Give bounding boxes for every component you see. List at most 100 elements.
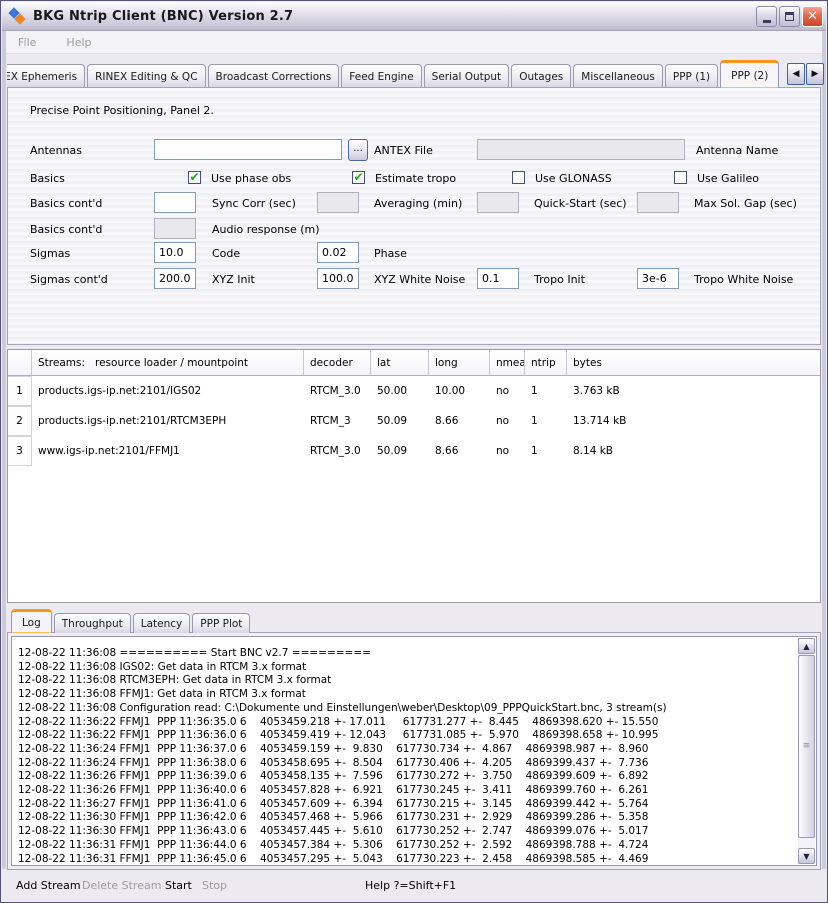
tab-throughput[interactable]: Throughput <box>54 613 131 633</box>
estimate-tropo-label: Estimate tropo <box>375 172 456 185</box>
tab-broadcast-corrections[interactable]: Broadcast Corrections <box>208 64 340 88</box>
header-bytes[interactable]: bytes <box>567 350 820 375</box>
header-nmea[interactable]: nmea <box>490 350 525 375</box>
tropo-init-input[interactable] <box>477 268 519 289</box>
audio-response-label: Audio response (m) <box>212 223 320 236</box>
arrow-down-icon: ▼ <box>803 852 809 861</box>
stream-row[interactable]: 1 products.igs-ip.net:2101/IGS02 RTCM_3.… <box>8 376 820 406</box>
log-line: 12-08-22 11:36:30 FFMJ1 PPP 11:36:42.0 6… <box>18 811 816 825</box>
tab-latency[interactable]: Latency <box>133 613 191 633</box>
stream-decoder: RTCM_3.0 <box>304 385 371 397</box>
stream-long: 10.00 <box>429 385 490 397</box>
panel-title: Precise Point Positioning, Panel 2. <box>30 104 214 117</box>
stream-ntrip: 1 <box>525 415 567 427</box>
scroll-up-button[interactable]: ▲ <box>798 638 815 654</box>
tropo-white-noise-input[interactable] <box>637 268 679 289</box>
streams-table: Streams: resource loader / mountpoint de… <box>7 349 821 603</box>
window-frame-left <box>2 31 6 901</box>
tab-scroll-left-button[interactable]: ◀ <box>787 63 805 85</box>
thumb-grip-icon: ≡ <box>803 745 811 748</box>
sigmas-contd-label: Sigmas cont'd <box>30 273 108 286</box>
stream-bytes: 3.763 kB <box>567 385 820 397</box>
row-number: 2 <box>8 406 32 436</box>
close-icon: ✕ <box>807 10 818 23</box>
sync-corr-input[interactable] <box>154 192 196 213</box>
use-galileo-checkbox[interactable]: ✔ <box>674 171 687 184</box>
start-button[interactable]: Start <box>165 879 192 892</box>
use-phase-obs-checkbox[interactable]: ✔ <box>188 171 201 184</box>
title-bar: BKG Ntrip Client (BNC) Version 2.7 ✕ <box>2 2 826 31</box>
stream-lat: 50.00 <box>371 385 429 397</box>
stream-row[interactable]: 2 products.igs-ip.net:2101/RTCM3EPH RTCM… <box>8 406 820 436</box>
stream-lat: 50.09 <box>371 445 429 457</box>
sigmas-label: Sigmas <box>30 247 70 260</box>
log-line: 12-08-22 11:36:24 FFMJ1 PPP 11:36:38.0 6… <box>18 757 816 771</box>
tab-scroll-buttons: ◀ ▶ <box>787 63 824 85</box>
header-lat[interactable]: lat <box>371 350 429 375</box>
tab-rinex-editing-qc[interactable]: RINEX Editing & QC <box>87 64 205 88</box>
log-output[interactable]: 12-08-22 11:36:08 ========== Start BNC v… <box>11 636 817 866</box>
stream-decoder: RTCM_3 <box>304 415 371 427</box>
log-scrollbar[interactable]: ▲ ≡ ▼ <box>798 638 815 864</box>
header-mountpoint[interactable]: Streams: resource loader / mountpoint <box>32 350 304 375</box>
tab-log[interactable]: Log <box>11 609 52 633</box>
log-line: 12-08-22 11:36:31 FFMJ1 PPP 11:36:45.0 6… <box>18 853 816 866</box>
window-frame-right <box>822 31 826 901</box>
log-line: 12-08-22 11:36:08 ========== Start BNC v… <box>18 647 816 661</box>
stream-row[interactable]: 3 www.igs-ip.net:2101/FFMJ1 RTCM_3.0 50.… <box>8 436 820 466</box>
menu-help[interactable]: Help <box>62 34 95 51</box>
log-line: 12-08-22 11:36:08 Configuration read: C:… <box>18 702 816 716</box>
bottom-action-bar: Add Stream Delete Stream Start Stop Help… <box>2 868 826 901</box>
scroll-down-button[interactable]: ▼ <box>798 848 815 864</box>
log-lines: 12-08-22 11:36:08 ========== Start BNC v… <box>12 637 816 866</box>
maximize-icon <box>785 12 794 21</box>
maximize-button[interactable] <box>779 6 800 27</box>
app-icon <box>9 7 27 25</box>
tab-feed-engine[interactable]: Feed Engine <box>341 64 421 88</box>
menu-bar: File Help <box>6 31 822 54</box>
scrollbar-thumb[interactable]: ≡ <box>798 655 815 838</box>
header-ntrip[interactable]: ntrip <box>525 350 567 375</box>
stream-nmea: no <box>490 385 525 397</box>
minimize-button[interactable] <box>756 6 777 27</box>
antex-browse-button[interactable]: ... <box>348 139 368 161</box>
ppp2-panel: Precise Point Positioning, Panel 2. Ante… <box>7 87 821 345</box>
antex-file-label: ANTEX File <box>374 144 433 157</box>
stream-mountpoint: products.igs-ip.net:2101/IGS02 <box>32 385 304 397</box>
close-button[interactable]: ✕ <box>802 6 823 27</box>
stream-nmea: no <box>490 415 525 427</box>
header-decoder[interactable]: decoder <box>304 350 371 375</box>
tab-ppp-plot[interactable]: PPP Plot <box>192 613 250 633</box>
max-sol-gap-input <box>637 192 679 213</box>
use-phase-obs-label: Use phase obs <box>211 172 291 185</box>
stream-ntrip: 1 <box>525 385 567 397</box>
log-line: 12-08-22 11:36:30 FFMJ1 PPP 11:36:43.0 6… <box>18 825 816 839</box>
use-glonass-checkbox[interactable]: ✔ <box>512 171 525 184</box>
stream-long: 8.66 <box>429 445 490 457</box>
add-stream-button[interactable]: Add Stream <box>16 879 81 892</box>
tab-ppp-1[interactable]: PPP (1) <box>665 64 718 88</box>
tab-miscellaneous[interactable]: Miscellaneous <box>573 64 663 88</box>
sync-corr-label: Sync Corr (sec) <box>212 197 296 210</box>
sigma-code-input[interactable] <box>154 242 196 263</box>
header-long[interactable]: long <box>429 350 490 375</box>
basics-contd2-label: Basics cont'd <box>30 223 102 236</box>
tab-serial-output[interactable]: Serial Output <box>424 64 510 88</box>
estimate-tropo-checkbox[interactable]: ✔ <box>352 171 365 184</box>
delete-stream-button: Delete Stream <box>82 879 161 892</box>
tab-ppp-2[interactable]: PPP (2) <box>720 60 779 88</box>
menu-file[interactable]: File <box>14 34 40 51</box>
row-number: 1 <box>8 376 32 406</box>
tab-outages[interactable]: Outages <box>511 64 571 88</box>
xyz-init-input[interactable] <box>154 268 196 289</box>
antennas-input[interactable] <box>154 139 342 160</box>
tab-rinex-ephemeris[interactable]: IEX Ephemeris <box>7 64 85 88</box>
sigma-phase-input[interactable] <box>317 242 359 263</box>
xyz-white-noise-input[interactable] <box>317 268 359 289</box>
antennas-label: Antennas <box>30 144 82 157</box>
quick-start-input <box>477 192 519 213</box>
tab-scroll-right-button[interactable]: ▶ <box>806 63 824 85</box>
log-line: 12-08-22 11:36:08 RTCM3EPH: Get data in … <box>18 674 816 688</box>
averaging-input <box>317 192 359 213</box>
window-title: BKG Ntrip Client (BNC) Version 2.7 <box>33 9 293 24</box>
